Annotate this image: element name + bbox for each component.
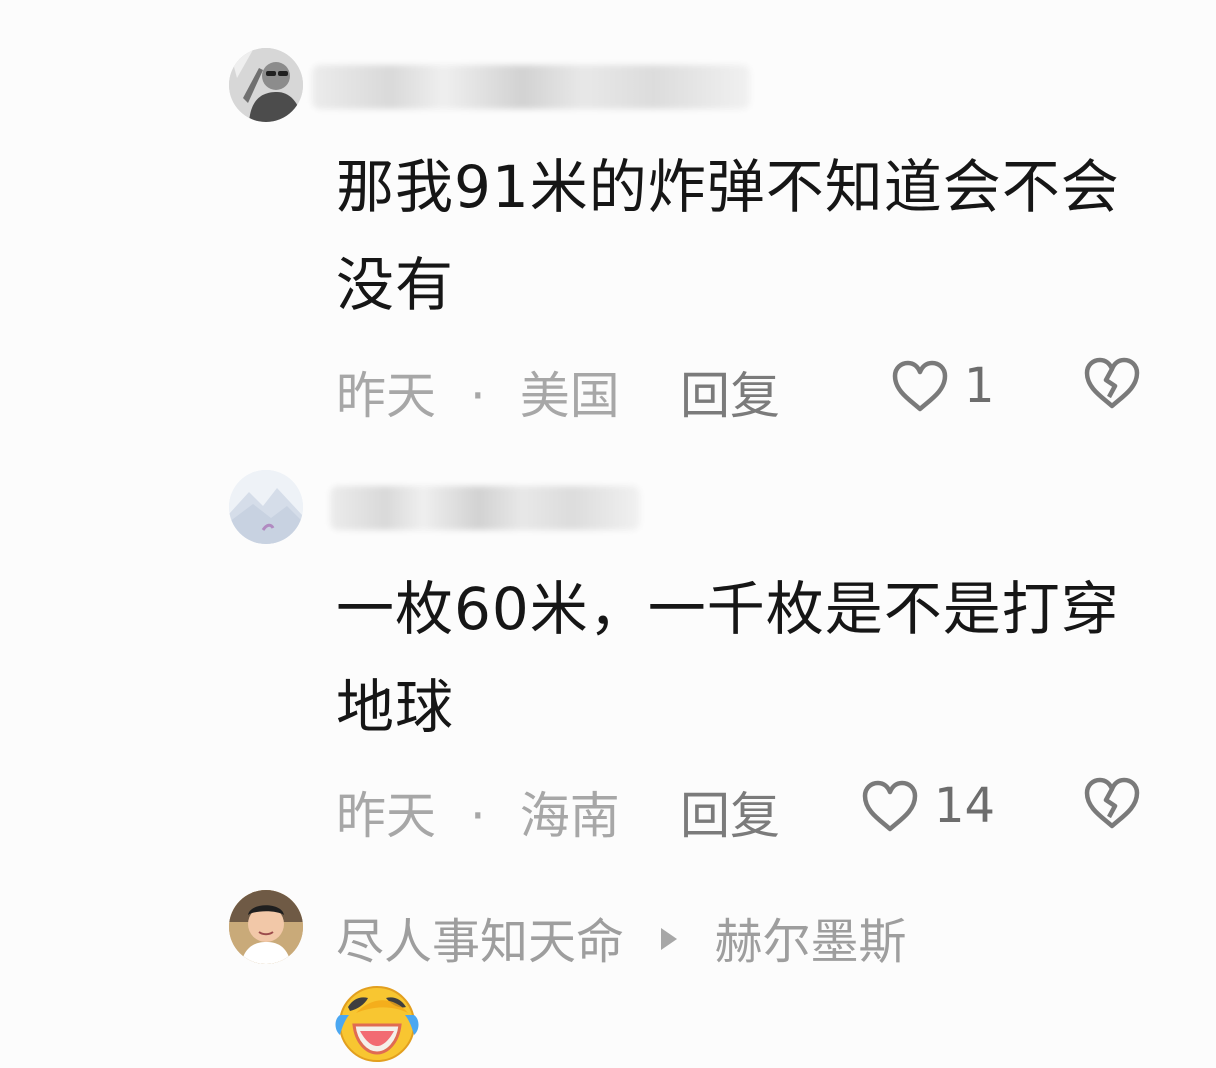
avatar-man-sunglasses-icon	[229, 48, 303, 122]
avatar[interactable]	[229, 48, 303, 122]
username-blurred[interactable]	[312, 65, 750, 109]
reply-arrow-icon	[661, 928, 678, 950]
comment-time: 昨天	[336, 787, 436, 845]
dislike-button[interactable]	[1083, 776, 1141, 834]
like-count: 14	[934, 778, 996, 834]
comment-text: 一枚60米，一千枚是不是打穿地球	[336, 575, 1120, 741]
heart-icon	[862, 780, 918, 832]
username[interactable]: 尽人事知天命	[336, 914, 624, 970]
reply-button[interactable]: 回复	[680, 356, 780, 428]
laughing-crying-emoji-icon	[335, 986, 419, 1062]
username-blurred[interactable]	[330, 486, 640, 530]
like-button[interactable]: 1	[890, 358, 995, 414]
broken-heart-icon	[1084, 357, 1140, 409]
reply-button[interactable]: 回复	[680, 776, 780, 848]
like-button[interactable]: 14	[860, 778, 995, 834]
comment-meta: 昨天 · 美国	[336, 356, 620, 428]
comment-meta: 昨天 · 海南	[336, 776, 620, 848]
avatar[interactable]	[229, 470, 303, 544]
avatar-man-icon	[229, 890, 303, 964]
comment-time: 昨天	[336, 367, 436, 425]
heart-icon	[892, 360, 948, 412]
meta-separator: ·	[469, 787, 486, 845]
meta-separator: ·	[469, 367, 486, 425]
comment-location: 海南	[519, 787, 620, 845]
username-line: 尽人事知天命 赫尔墨斯	[336, 902, 907, 972]
broken-heart-icon	[1084, 777, 1140, 829]
comment-text: 那我91米的炸弹不知道会不会没有	[336, 153, 1120, 319]
comment-location: 美国	[519, 367, 620, 425]
avatar-mountain-icon	[229, 470, 303, 544]
like-count: 1	[964, 358, 995, 414]
dislike-button[interactable]	[1083, 356, 1141, 414]
laughing-crying-emoji	[334, 982, 420, 1064]
avatar[interactable]	[229, 890, 303, 964]
reply-to-username[interactable]: 赫尔墨斯	[715, 914, 907, 970]
